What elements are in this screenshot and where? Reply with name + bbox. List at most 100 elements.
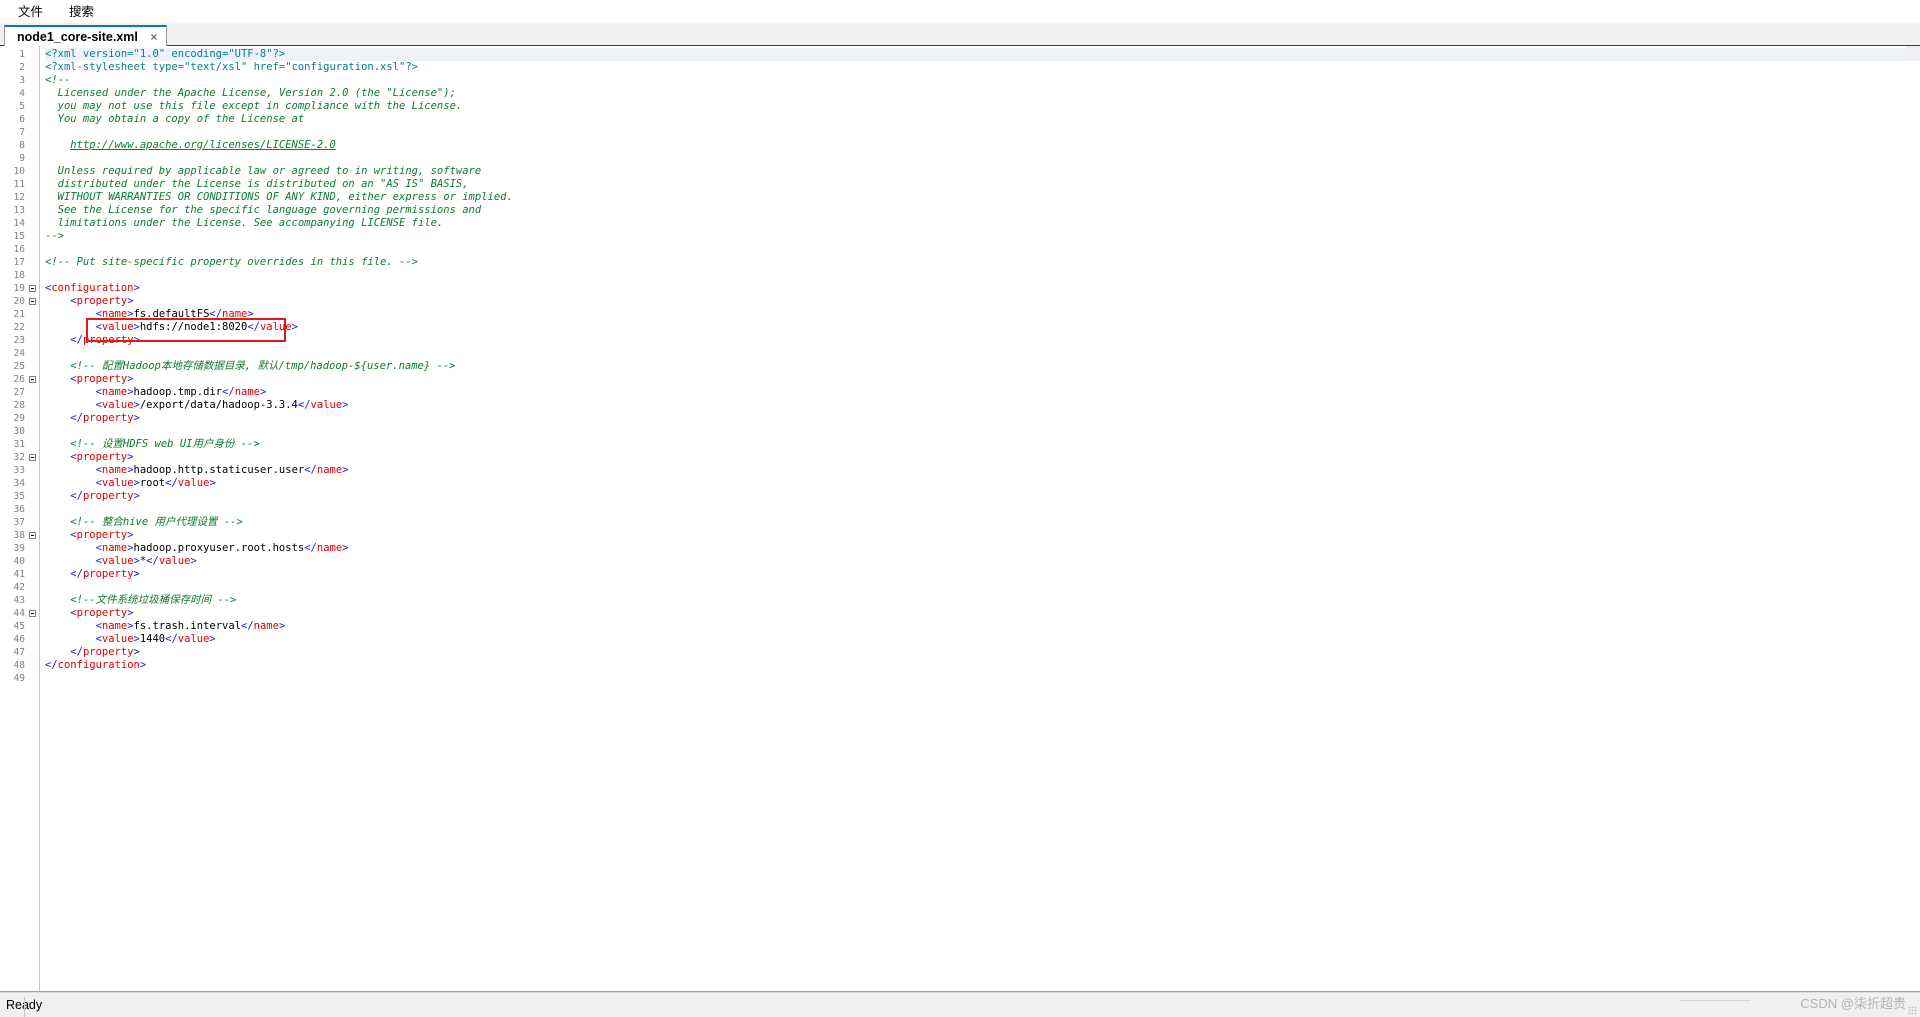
code-line[interactable]: <name>hadoop.http.staticuser.user</name> [45, 464, 1920, 477]
fold-cell [28, 321, 39, 334]
code-token: > [133, 334, 140, 346]
code-token: property [82, 412, 134, 424]
code-line[interactable]: <value>1440</value> [45, 633, 1920, 646]
code-line[interactable] [45, 269, 1920, 282]
code-line[interactable]: <property> [45, 529, 1920, 542]
code-line[interactable]: </property> [45, 490, 1920, 503]
code-line[interactable]: Licensed under the Apache License, Versi… [45, 87, 1920, 100]
code-line[interactable]: <!-- 设置HDFS web UI用户身份 --> [45, 438, 1920, 451]
code-token: > [247, 308, 254, 320]
code-token: property [76, 451, 128, 463]
code-line[interactable]: <name>fs.defaultFS</name> [45, 308, 1920, 321]
fold-toggle-icon[interactable] [28, 451, 39, 464]
fold-cell [28, 204, 39, 217]
line-number: 15 [13, 231, 25, 242]
scrollbar-corner[interactable] [1906, 46, 1920, 60]
code-line[interactable] [45, 243, 1920, 256]
fold-toggle-icon[interactable] [28, 373, 39, 386]
code-line[interactable] [45, 503, 1920, 516]
resize-grip[interactable] [0, 997, 25, 1017]
code-token: > [190, 555, 197, 567]
menu-file[interactable]: 文件 [8, 2, 53, 22]
code-token: > [209, 633, 216, 645]
code-line[interactable]: --> [45, 230, 1920, 243]
code-line[interactable] [45, 126, 1920, 139]
code-line[interactable]: <name>fs.trash.interval</name> [45, 620, 1920, 633]
code-line[interactable]: <?xml version="1.0" encoding="UTF-8"?> [45, 48, 1920, 61]
code-token: hadoop.proxyuser.root.hosts [133, 542, 305, 554]
code-token: </ [222, 386, 235, 398]
code-line[interactable]: <!-- 配置Hadoop本地存储数据目录, 默认/tmp/hadoop-${u… [45, 360, 1920, 373]
fold-cell [28, 48, 39, 61]
code-line[interactable] [45, 347, 1920, 360]
line-number: 47 [13, 647, 25, 658]
code-line[interactable]: <property> [45, 607, 1920, 620]
code-line[interactable]: <!-- Put site-specific property override… [45, 256, 1920, 269]
code-token: <!-- 整合hive 用户代理设置 --> [70, 516, 243, 528]
code-line[interactable]: <!-- 整合hive 用户代理设置 --> [45, 516, 1920, 529]
menu-search[interactable]: 搜索 [59, 2, 104, 22]
code-line[interactable]: <configuration> [45, 282, 1920, 295]
fold-toggle-icon[interactable] [28, 295, 39, 308]
code-line[interactable]: </property> [45, 334, 1920, 347]
code-line[interactable]: <!-- [45, 74, 1920, 87]
code-line[interactable]: <value>*</value> [45, 555, 1920, 568]
code-line[interactable]: <!--文件系统垃圾桶保存时间 --> [45, 594, 1920, 607]
code-token: root [139, 477, 166, 489]
code-line[interactable]: <?xml-stylesheet type="text/xsl" href="c… [45, 61, 1920, 74]
line-number: 24 [13, 348, 25, 359]
code-text-area[interactable]: <?xml version="1.0" encoding="UTF-8"?> <?… [39, 46, 1920, 991]
fold-toggle-icon[interactable] [28, 529, 39, 542]
code-line[interactable]: <name>hadoop.proxyuser.root.hosts</name> [45, 542, 1920, 555]
line-number: 38 [13, 530, 25, 541]
code-line[interactable] [45, 152, 1920, 165]
code-line[interactable]: http://www.apache.org/licenses/LICENSE-2… [45, 139, 1920, 152]
code-token: property [76, 295, 128, 307]
fold-cell [28, 659, 39, 672]
fold-cell [28, 633, 39, 646]
code-line[interactable]: limitations under the License. See accom… [45, 217, 1920, 230]
fold-cell [28, 568, 39, 581]
app-window: 文件 搜索 node1_core-site.xml × 1 2 3 4 5 6 7 8 9 10 1… [0, 0, 1920, 1017]
code-token: </ [241, 620, 254, 632]
code-token: name [101, 620, 128, 632]
code-line[interactable]: <value>root</value> [45, 477, 1920, 490]
code-folding-gutter[interactable] [28, 46, 39, 991]
code-line[interactable]: <property> [45, 373, 1920, 386]
code-line[interactable]: See the License for the specific languag… [45, 204, 1920, 217]
code-line[interactable]: <property> [45, 451, 1920, 464]
code-line[interactable]: <name>hadoop.tmp.dir</name> [45, 386, 1920, 399]
fold-toggle-icon[interactable] [28, 607, 39, 620]
code-line[interactable]: you may not use this file except in comp… [45, 100, 1920, 113]
fold-cell [28, 399, 39, 412]
fold-cell [28, 620, 39, 633]
code-line[interactable]: <value>hdfs://node1:8020</value> [45, 321, 1920, 334]
close-icon[interactable]: × [148, 31, 160, 43]
code-line[interactable]: distributed under the License is distrib… [45, 178, 1920, 191]
code-editor[interactable]: 1 2 3 4 5 6 7 8 9 10 11 12 13 14 15 16 17 18 19 20 21 22 23 24 2… [0, 46, 1920, 991]
line-number: 36 [13, 504, 25, 515]
tab-node1-core-site-xml[interactable]: node1_core-site.xml × [4, 25, 167, 46]
code-line[interactable]: </property> [45, 646, 1920, 659]
code-token: value [101, 399, 134, 411]
code-line[interactable]: Unless required by applicable law or agr… [45, 165, 1920, 178]
fold-toggle-icon[interactable] [28, 282, 39, 295]
code-line[interactable]: </property> [45, 568, 1920, 581]
code-line[interactable] [45, 425, 1920, 438]
code-line[interactable]: <value>/export/data/hadoop-3.3.4</value> [45, 399, 1920, 412]
code-line[interactable]: You may obtain a copy of the License at [45, 113, 1920, 126]
code-line[interactable] [45, 672, 1920, 685]
code-line[interactable]: <property> [45, 295, 1920, 308]
code-token: </ [146, 555, 159, 567]
code-token: <!-- Put site-specific property override… [45, 256, 418, 268]
code-token: hadoop.tmp.dir [133, 386, 223, 398]
code-line[interactable]: </property> [45, 412, 1920, 425]
code-line[interactable]: </configuration> [45, 659, 1920, 672]
code-line[interactable] [45, 581, 1920, 594]
code-line[interactable]: WITHOUT WARRANTIES OR CONDITIONS OF ANY … [45, 191, 1920, 204]
